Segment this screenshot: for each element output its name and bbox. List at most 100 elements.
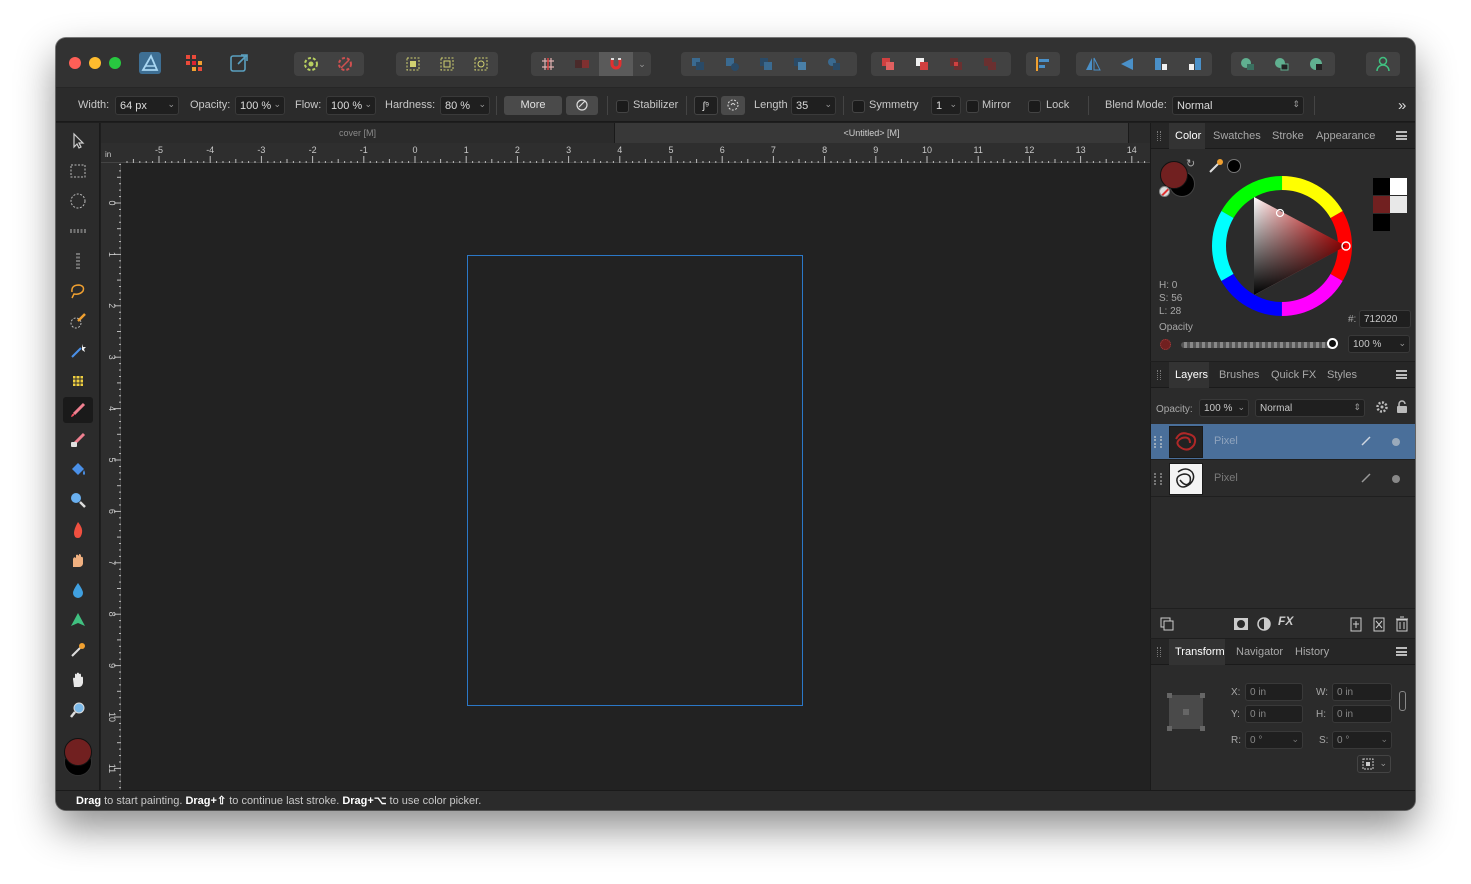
tab-transform[interactable]: Transform	[1169, 639, 1225, 665]
mask-icon[interactable]	[565, 52, 599, 76]
move-forward-one-icon[interactable]	[749, 52, 783, 76]
export-persona-icon[interactable]	[227, 51, 251, 75]
recent-swatch[interactable]	[1373, 196, 1390, 213]
mirror-checkbox[interactable]	[966, 100, 979, 113]
blend-mode-select[interactable]: Normal ⇕	[1172, 96, 1304, 115]
sharpen-brush-icon[interactable]	[63, 607, 93, 633]
blur-brush-icon[interactable]	[63, 577, 93, 603]
recent-swatch[interactable]	[1390, 178, 1407, 195]
tab-styles[interactable]: Styles	[1327, 362, 1357, 388]
width-field[interactable]: 64 px ⌄	[115, 96, 179, 115]
rope-mode-button[interactable]: ʃ⁹	[694, 96, 718, 115]
deselect-icon[interactable]	[430, 52, 464, 76]
stabilizer-checkbox[interactable]	[616, 100, 629, 113]
zoom-window-button[interactable]	[109, 57, 121, 69]
no-color-icon[interactable]	[1159, 186, 1170, 197]
tab-appearance[interactable]: Appearance	[1316, 123, 1375, 149]
align-left-icon[interactable]	[1026, 52, 1060, 76]
grid-icon[interactable]	[531, 52, 565, 76]
symmetry-checkbox[interactable]	[852, 100, 865, 113]
fx-icon[interactable]: FX	[1278, 614, 1293, 628]
selection-brush-icon[interactable]	[63, 308, 93, 334]
anchor-point-selector[interactable]	[1167, 693, 1205, 731]
primary-color-swatch[interactable]	[64, 738, 92, 766]
panel-menu-icon[interactable]	[1396, 131, 1407, 140]
select-all-icon[interactable]	[396, 52, 430, 76]
more-button[interactable]: More	[504, 96, 562, 115]
zoom-search-icon[interactable]	[63, 487, 93, 513]
recent-swatch[interactable]	[1373, 214, 1390, 231]
hardness-field[interactable]: 80 % ⌄	[440, 96, 490, 115]
rotation-field[interactable]: 0 ° ⌄	[1245, 731, 1303, 749]
tab-brushes[interactable]: Brushes	[1219, 362, 1259, 388]
anchor-dot[interactable]	[1200, 693, 1205, 698]
transform-object-button[interactable]: ⌄	[1357, 755, 1391, 773]
opacity-value-field[interactable]: 100 % ⌄	[1348, 335, 1410, 353]
opacity-slider-handle[interactable]	[1327, 338, 1338, 349]
flip-horizontal-icon[interactable]	[1076, 52, 1110, 76]
tab-cover[interactable]: cover [M]	[101, 123, 615, 143]
move-tool-icon[interactable]	[63, 128, 93, 154]
assistant-gear-icon[interactable]	[294, 52, 328, 76]
flip-vertical-icon[interactable]	[1110, 52, 1144, 76]
shape-divide-icon[interactable]	[1299, 52, 1333, 76]
drag-handle-icon[interactable]	[1154, 473, 1162, 485]
layer-opacity-field[interactable]: 100 % ⌄	[1199, 399, 1249, 417]
tab-color[interactable]: Color	[1169, 123, 1205, 149]
force-pressure-button[interactable]	[566, 96, 598, 115]
move-to-back-icon[interactable]	[681, 52, 715, 76]
zoom-tool-icon[interactable]	[63, 697, 93, 723]
affinity-photo-persona-icon[interactable]	[138, 51, 162, 75]
layer-visibility-icon[interactable]	[1392, 475, 1400, 483]
shear-field[interactable]: 0 ° ⌄	[1332, 731, 1392, 749]
intersect-boolean-icon[interactable]	[939, 52, 973, 76]
tab-swatches[interactable]: Swatches	[1213, 123, 1261, 149]
rotate-left-icon[interactable]	[1144, 52, 1178, 76]
snapping-magnet-icon[interactable]	[599, 52, 633, 76]
flood-select-icon[interactable]	[63, 338, 93, 364]
elliptical-marquee-icon[interactable]	[63, 188, 93, 214]
liquify-persona-icon[interactable]	[182, 51, 206, 75]
close-window-button[interactable]	[69, 57, 81, 69]
layer-blend-select[interactable]: Normal ⇕	[1255, 399, 1365, 417]
panel-menu-icon[interactable]	[1396, 370, 1407, 379]
move-to-front-icon[interactable]	[783, 52, 817, 76]
delete-layer-icon[interactable]	[1394, 616, 1410, 635]
layer-row[interactable]: Pixel	[1151, 424, 1415, 460]
layer-settings-gear-icon[interactable]	[1375, 400, 1389, 417]
add-pixel-layer-icon[interactable]	[1348, 616, 1364, 635]
hand-view-icon[interactable]	[63, 667, 93, 693]
add-boolean-icon[interactable]	[871, 52, 905, 76]
erase-brush-icon[interactable]	[63, 427, 93, 453]
x-field[interactable]: 0 in	[1245, 683, 1303, 701]
snapping-gear-icon[interactable]	[328, 52, 362, 76]
canvas[interactable]	[121, 163, 1150, 790]
smudge-brush-icon[interactable]	[63, 547, 93, 573]
length-field[interactable]: 35 ⌄	[791, 96, 836, 115]
recent-swatch[interactable]	[1373, 178, 1390, 195]
flow-field[interactable]: 100 % ⌄	[326, 96, 376, 115]
tab-stroke[interactable]: Stroke	[1272, 123, 1304, 149]
anchor-dot[interactable]	[1167, 693, 1172, 698]
anchor-dot[interactable]	[1200, 726, 1205, 731]
panel-grip-icon[interactable]	[1157, 131, 1161, 141]
symmetry-count-field[interactable]: 1 ⌄	[931, 96, 961, 115]
move-back-one-icon[interactable]	[715, 52, 749, 76]
lock-checkbox[interactable]	[1028, 100, 1041, 113]
panel-grip-icon[interactable]	[1157, 370, 1161, 380]
align-arrange-icon[interactable]	[817, 52, 851, 76]
invert-selection-icon[interactable]	[464, 52, 498, 76]
primary-color-well[interactable]	[1160, 161, 1188, 189]
snapping-dropdown-icon[interactable]: ⌄	[633, 52, 651, 76]
lock-aspect-ratio-icon[interactable]	[1399, 691, 1406, 711]
burn-brush-icon[interactable]	[63, 517, 93, 543]
panel-grip-icon[interactable]	[1157, 647, 1161, 657]
adjustment-icon[interactable]	[1256, 616, 1272, 635]
tab-quick-fx[interactable]: Quick FX	[1271, 362, 1316, 388]
lock-layer-icon[interactable]	[1396, 400, 1408, 417]
w-field[interactable]: 0 in	[1332, 683, 1392, 701]
document-artboard[interactable]	[467, 255, 803, 706]
minimize-window-button[interactable]	[89, 57, 101, 69]
layer-visibility-icon[interactable]	[1392, 438, 1400, 446]
subtract-boolean-icon[interactable]	[905, 52, 939, 76]
